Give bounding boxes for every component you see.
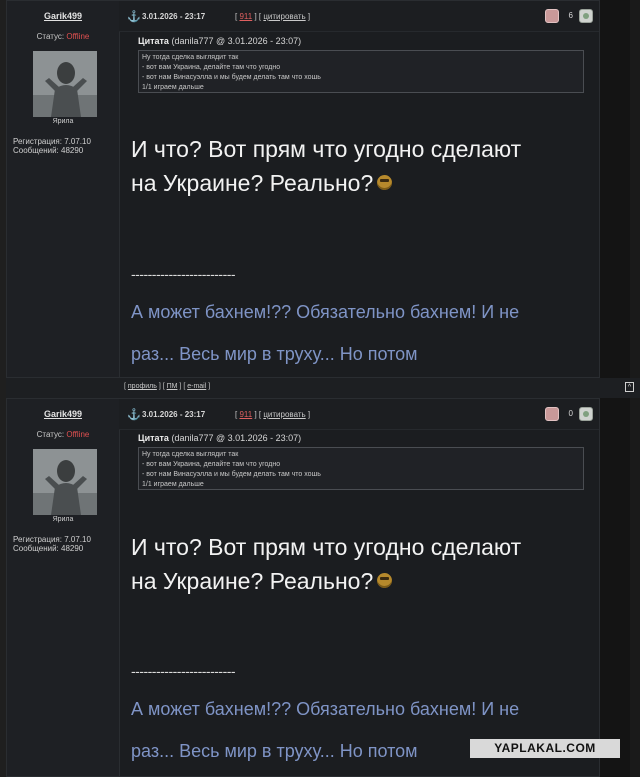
signature-line: раз... Весь мир в труху... Но потом: [131, 344, 418, 364]
site-watermark: YAPLAKAL.COM: [470, 739, 620, 758]
post-footer: [ профиль ] [ ПМ ] [ e-mail ] ^: [112, 378, 640, 398]
post-datetime: 3.01.2026 - 23:17: [142, 12, 206, 21]
signature-line: А может бахнем!?? Обязательно бахнем! И …: [131, 302, 520, 322]
post-actions: [ 911 ] [ цитировать ]: [235, 12, 311, 21]
quote-line: 1/1 играем дальше: [142, 84, 204, 91]
avatar[interactable]: [33, 51, 97, 117]
cite-link[interactable]: цитировать: [263, 12, 305, 21]
signature-divider: -------------------------: [131, 266, 236, 282]
footer-links: [ профиль ] [ ПМ ] [ e-mail ]: [124, 383, 211, 390]
post-number-link[interactable]: 911: [239, 410, 252, 419]
author-stats: Регистрация: 7.07.10 Сообщений: 48290: [13, 535, 91, 553]
status-label: Статус:: [36, 32, 65, 41]
author-status: Статус: Offline: [7, 32, 119, 41]
author-name-link[interactable]: Garik499: [7, 409, 119, 419]
quote-label: Цитата: [138, 433, 169, 443]
scroll-top-icon[interactable]: ^: [625, 382, 634, 392]
post-datetime: 3.01.2026 - 23:17: [142, 410, 206, 419]
post-body-line: И что? Вот прям что угодно сделают: [131, 534, 522, 560]
smiley-icon: [377, 175, 393, 191]
author-stats: Регистрация: 7.07.10 Сообщений: 48290: [13, 137, 91, 155]
avatar[interactable]: [33, 449, 97, 515]
message-count: Сообщений: 48290: [13, 544, 84, 553]
post-body-line: на Украине? Реально?: [131, 170, 374, 196]
quote-line: 1/1 играем дальше: [142, 481, 204, 488]
author-name-link[interactable]: Garik499: [7, 11, 119, 21]
quote-label: Цитата: [138, 36, 169, 46]
quote-source: (danila777 @ 3.01.2026 - 23:07): [171, 433, 302, 443]
signature-line: А может бахнем!?? Обязательно бахнем! И …: [131, 699, 520, 719]
quote-box: Ну тогда сделка выглядит так - вот вам У…: [138, 447, 584, 490]
registration-date: Регистрация: 7.07.10: [13, 535, 91, 544]
post-author-panel: Garik499 Статус: Offline Ярила Регистрац…: [7, 399, 120, 776]
cite-link[interactable]: цитировать: [263, 410, 305, 419]
status-value: Offline: [66, 430, 90, 439]
forum-post: Garik499 Статус: Offline Ярила Регистрац…: [6, 398, 600, 777]
quote-box: Ну тогда сделка выглядит так - вот вам У…: [138, 50, 584, 93]
pm-link[interactable]: ПМ: [167, 383, 178, 390]
post-body: И что? Вот прям что угодно сделают на Ук…: [131, 132, 601, 200]
signature-divider: -------------------------: [131, 663, 236, 679]
quote-line: - вот нам Винасуэлла и мы будем делать т…: [142, 74, 321, 81]
profile-link[interactable]: профиль: [128, 383, 157, 390]
avatar-image-icon: [33, 51, 97, 117]
smiley-icon: [377, 573, 393, 589]
vote-up-icon[interactable]: [579, 407, 593, 421]
post-footer-left: [6, 378, 112, 398]
rating-count: 0: [568, 409, 573, 418]
avatar-image-icon: [33, 449, 97, 515]
status-value: Offline: [66, 32, 90, 41]
status-label: Статус:: [36, 430, 65, 439]
quote-line: - вот вам Украина, делайте там что угодн…: [142, 461, 281, 468]
rating-count: 6: [568, 11, 573, 20]
anchor-icon[interactable]: ⚓: [127, 408, 141, 421]
email-link[interactable]: e-mail: [187, 383, 206, 390]
author-nickname: Ярила: [52, 516, 74, 523]
post-body: И что? Вот прям что угодно сделают на Ук…: [131, 530, 601, 598]
post-header: ⚓ 3.01.2026 - 23:17 [ 911 ] [ цитировать…: [119, 399, 599, 430]
signature: А может бахнем!?? Обязательно бахнем! И …: [131, 291, 601, 375]
message-count: Сообщений: 48290: [13, 146, 84, 155]
vote-down-icon[interactable]: [545, 9, 559, 23]
author-status: Статус: Offline: [7, 430, 119, 439]
post-body-line: на Украине? Реально?: [131, 568, 374, 594]
forum-post: Garik499 Статус: Offline Ярила Регистрац…: [6, 0, 600, 378]
post-header: ⚓ 3.01.2026 - 23:17 [ 911 ] [ цитировать…: [119, 1, 599, 32]
vote-down-icon[interactable]: [545, 407, 559, 421]
quote-header: Цитата (danila777 @ 3.01.2026 - 23:07): [138, 433, 301, 443]
post-number-link[interactable]: 911: [239, 12, 252, 21]
vote-up-icon[interactable]: [579, 9, 593, 23]
anchor-icon[interactable]: ⚓: [127, 10, 141, 23]
post-author-panel: Garik499 Статус: Offline Ярила Регистрац…: [7, 1, 120, 377]
post-actions: [ 911 ] [ цитировать ]: [235, 410, 311, 419]
signature: А может бахнем!?? Обязательно бахнем! И …: [131, 688, 601, 772]
quote-header: Цитата (danila777 @ 3.01.2026 - 23:07): [138, 36, 301, 46]
post-body-line: И что? Вот прям что угодно сделают: [131, 136, 522, 162]
author-nickname: Ярила: [52, 118, 74, 125]
quote-line: Ну тогда сделка выглядит так: [142, 451, 239, 458]
quote-source: (danila777 @ 3.01.2026 - 23:07): [171, 36, 302, 46]
quote-line: - вот вам Украина, делайте там что угодн…: [142, 64, 281, 71]
quote-line: - вот нам Винасуэлла и мы будем делать т…: [142, 471, 321, 478]
registration-date: Регистрация: 7.07.10: [13, 137, 91, 146]
quote-line: Ну тогда сделка выглядит так: [142, 54, 239, 61]
